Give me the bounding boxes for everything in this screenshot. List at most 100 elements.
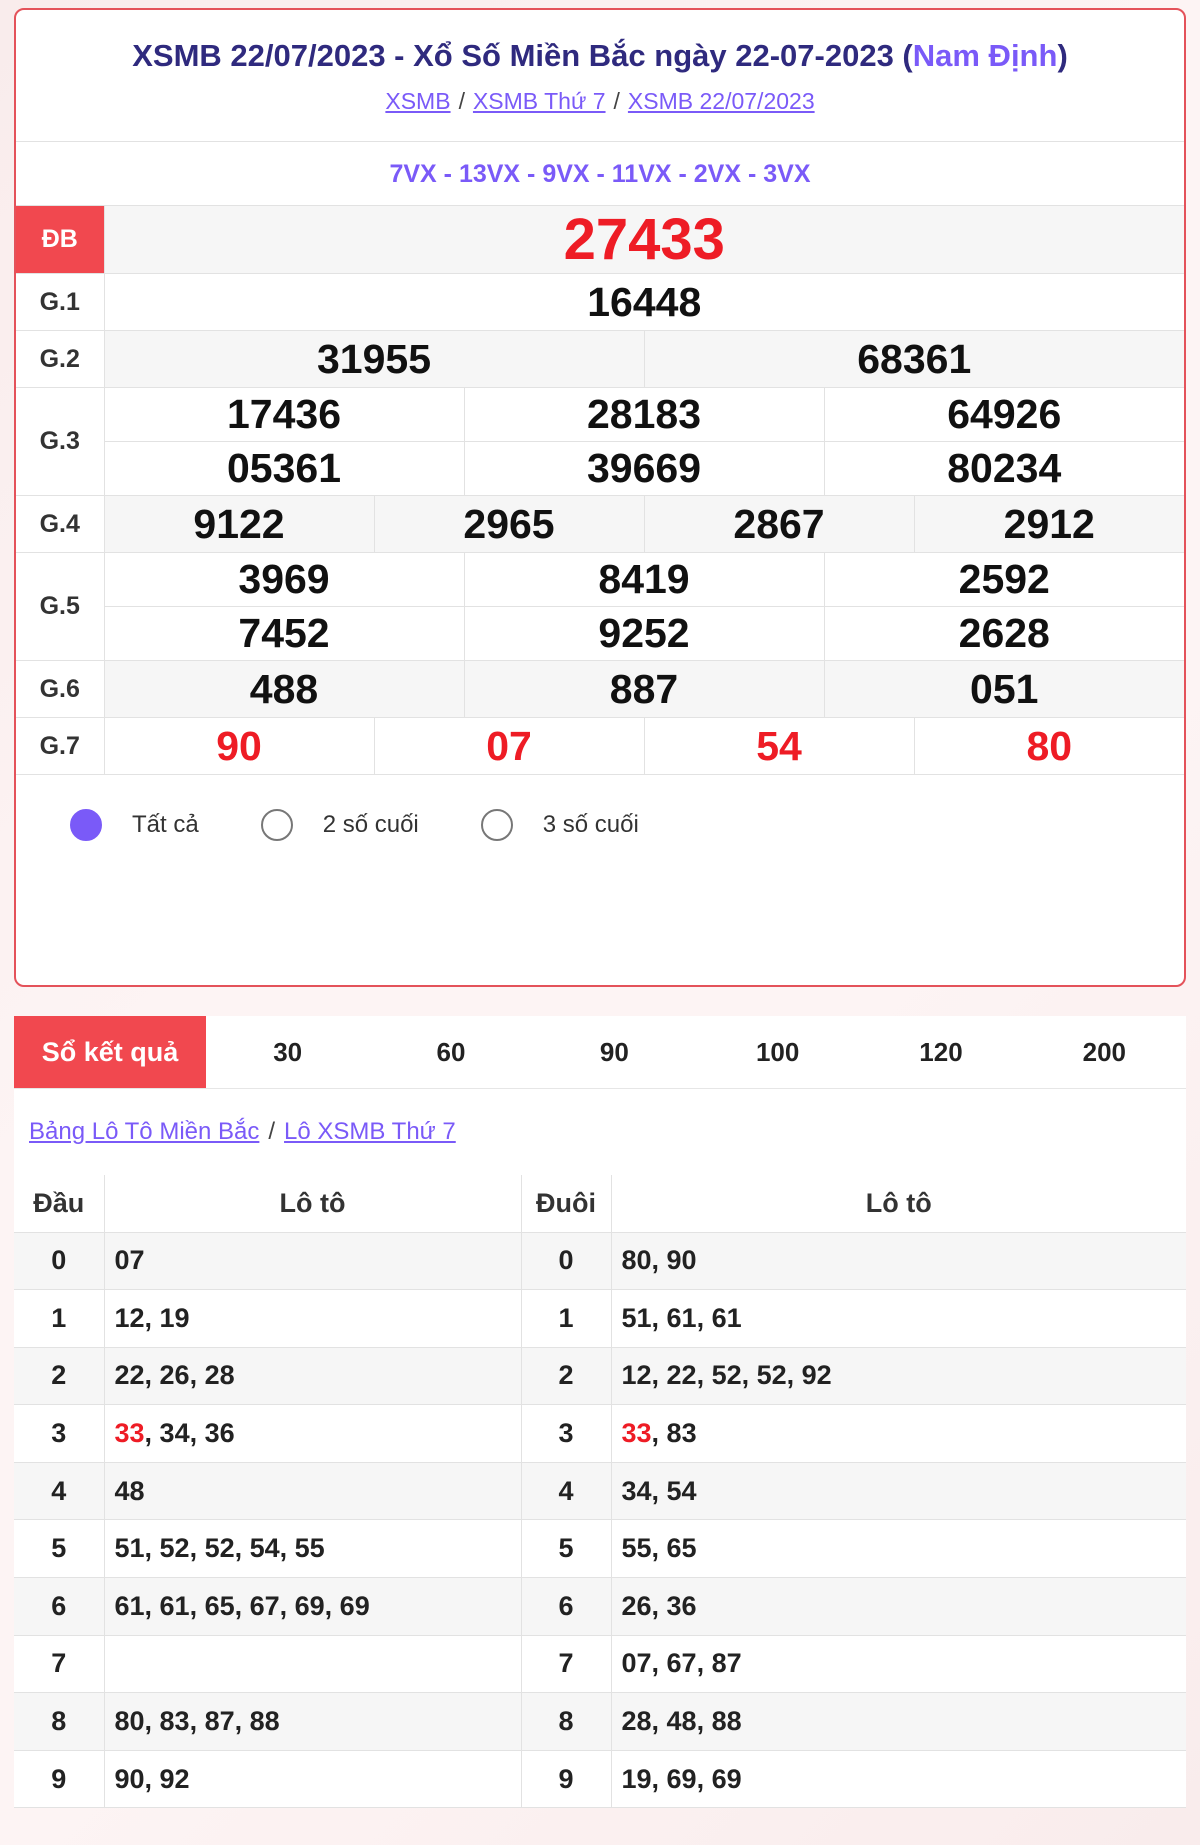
prize-row-g1: G.1 16448	[16, 273, 1184, 331]
loto-value: , 34, 36	[144, 1418, 235, 1449]
loto-highlight: 33	[621, 1418, 652, 1449]
cell-dau: 1	[14, 1289, 105, 1348]
breadcrumb-separator: /	[613, 88, 620, 114]
prize-row-g3: G.3 17436 28183 64926	[16, 387, 1184, 496]
table-row: 2 22, 26, 28 2 12, 22, 52, 52, 92	[14, 1347, 1186, 1406]
prize-row-db: ĐB 27433	[16, 206, 1184, 274]
loto-value: 7	[51, 1648, 67, 1679]
filter-option-3-digits[interactable]: 3 số cuối	[480, 809, 639, 841]
breadcrumb-link-thu7[interactable]: XSMB Thứ 7	[473, 88, 606, 114]
tab-90[interactable]: 90	[533, 1016, 696, 1088]
prize-number: 17436	[226, 391, 341, 437]
loto-value: 12, 19	[114, 1302, 190, 1333]
loto-breadcrumb: Bảng Lô Tô Miền Bắc / Lô XSMB Thứ 7	[14, 1089, 1186, 1175]
loto-value: 4	[51, 1475, 67, 1506]
prize-number: 2912	[1003, 500, 1095, 547]
breadcrumb-link-date[interactable]: XSMB 22/07/2023	[628, 88, 815, 114]
tab-200[interactable]: 200	[1023, 1016, 1186, 1088]
loto-value: 28, 48, 88	[621, 1706, 742, 1737]
cell-duoi-loto: 12, 22, 52, 52, 92	[611, 1347, 1186, 1406]
prize-number: 9122	[193, 500, 285, 547]
cell-dau: 6	[14, 1577, 105, 1636]
loto-value: 19, 69, 69	[621, 1763, 742, 1794]
loto-value: 07, 67, 87	[621, 1648, 742, 1679]
header-duoi: Đuôi	[521, 1175, 612, 1233]
cell-duoi-loto: 51, 61, 61	[611, 1289, 1186, 1348]
loto-value: 6	[51, 1590, 67, 1621]
table-row: 8 80, 83, 87, 88 8 28, 48, 88	[14, 1692, 1186, 1751]
cell-dau: 4	[14, 1462, 105, 1521]
loto-value: 80, 83, 87, 88	[114, 1706, 280, 1737]
loto-value: 6	[558, 1590, 574, 1621]
prize-row-g4: G.4 9122 2965 2867 2912	[16, 495, 1184, 553]
breadcrumb-separator: /	[458, 88, 465, 114]
prize-label-g1: G.1	[16, 273, 105, 331]
filter-label: Tất cả	[132, 811, 199, 838]
page-title: XSMB 22/07/2023 - Xổ Số Miền Bắc ngày 22…	[16, 10, 1184, 74]
cell-dau-loto	[104, 1635, 522, 1694]
tab-100[interactable]: 100	[696, 1016, 859, 1088]
loto-value: 9	[51, 1763, 67, 1794]
tab-60[interactable]: 60	[369, 1016, 532, 1088]
cell-duoi-loto: 19, 69, 69	[611, 1750, 1186, 1809]
radio-selected-icon[interactable]	[70, 809, 102, 841]
loto-highlight: 33	[114, 1418, 145, 1449]
header-dau: Đầu	[14, 1175, 105, 1233]
prize-number: 2628	[958, 610, 1050, 656]
filter-option-all[interactable]: Tất cả	[70, 809, 199, 841]
prize-label-g4: G.4	[16, 495, 105, 553]
loto-value: 12, 22, 52, 52, 92	[621, 1360, 832, 1391]
table-row: 1 12, 19 1 51, 61, 61	[14, 1289, 1186, 1348]
cell-duoi-loto: 07, 67, 87	[611, 1635, 1186, 1694]
loto-value: 8	[558, 1706, 574, 1737]
prize-number: 9252	[598, 610, 690, 656]
breadcrumb-link-xsmb[interactable]: XSMB	[385, 88, 450, 114]
prize-number: 7452	[238, 610, 330, 656]
prize-number-g7: 90	[216, 722, 262, 769]
prize-label-db: ĐB	[16, 206, 105, 274]
link-lo-xsmb-thu7[interactable]: Lô XSMB Thứ 7	[284, 1118, 456, 1145]
loto-value: 9	[558, 1763, 574, 1794]
loto-value: 2	[51, 1360, 67, 1391]
prize-number: 64926	[947, 391, 1062, 437]
loto-value: 07	[114, 1245, 145, 1276]
prize-number: 2965	[463, 500, 555, 547]
link-bang-lo-to[interactable]: Bảng Lô Tô Miền Bắc	[29, 1118, 259, 1145]
tab-so-ket-qua[interactable]: Sổ kết quả	[14, 1016, 206, 1088]
loto-value: 3	[558, 1418, 574, 1449]
prize-row-g3b: 05361 39669 80234	[16, 441, 1184, 496]
prize-number-g7: 54	[756, 722, 802, 769]
cell-duoi-loto: 80, 90	[611, 1232, 1186, 1291]
prize-number: 39669	[586, 445, 701, 491]
card-header: XSMB 22/07/2023 - Xổ Số Miền Bắc ngày 22…	[16, 10, 1184, 142]
table-row: 3 33, 34, 36 3 33, 83	[14, 1404, 1186, 1463]
loto-value: 61, 61, 65, 67, 69, 69	[114, 1590, 370, 1621]
radio-empty-icon[interactable]	[480, 809, 513, 841]
prize-number: 28183	[586, 391, 701, 437]
header-loto: Lô tô	[104, 1175, 522, 1233]
cell-duoi-loto: 33, 83	[611, 1404, 1186, 1463]
cell-duoi-loto: 34, 54	[611, 1462, 1186, 1521]
prize-label-g3: G.3	[16, 387, 105, 496]
filter-label: 3 số cuối	[542, 811, 639, 838]
cell-dau: 2	[14, 1347, 105, 1406]
loto-value: 1	[558, 1302, 574, 1333]
tab-30[interactable]: 30	[206, 1016, 369, 1088]
breadcrumb-separator: /	[268, 1118, 276, 1145]
cell-dau: 9	[14, 1750, 105, 1809]
prize-row-g6: G.6 488 887 051	[16, 660, 1184, 718]
loto-value: 5	[51, 1533, 67, 1564]
tab-120[interactable]: 120	[859, 1016, 1022, 1088]
cell-dau-loto: 48	[104, 1462, 522, 1521]
table-row: 9 90, 92 9 19, 69, 69	[14, 1750, 1186, 1809]
prize-number: 887	[609, 665, 679, 712]
cell-dau-loto: 61, 61, 65, 67, 69, 69	[104, 1577, 522, 1636]
filter-option-2-digits[interactable]: 2 số cuối	[260, 809, 419, 841]
table-row: 4 48 4 34, 54	[14, 1462, 1186, 1521]
prize-table: ĐB 27433 G.1 16448 G.2 31955 68361 G.3 1…	[16, 206, 1184, 775]
prize-number: 31955	[316, 335, 431, 382]
loto-value: , 83	[651, 1418, 697, 1449]
cell-duoi: 6	[521, 1577, 612, 1636]
radio-empty-icon[interactable]	[260, 809, 293, 841]
prize-number: 2592	[958, 556, 1050, 602]
